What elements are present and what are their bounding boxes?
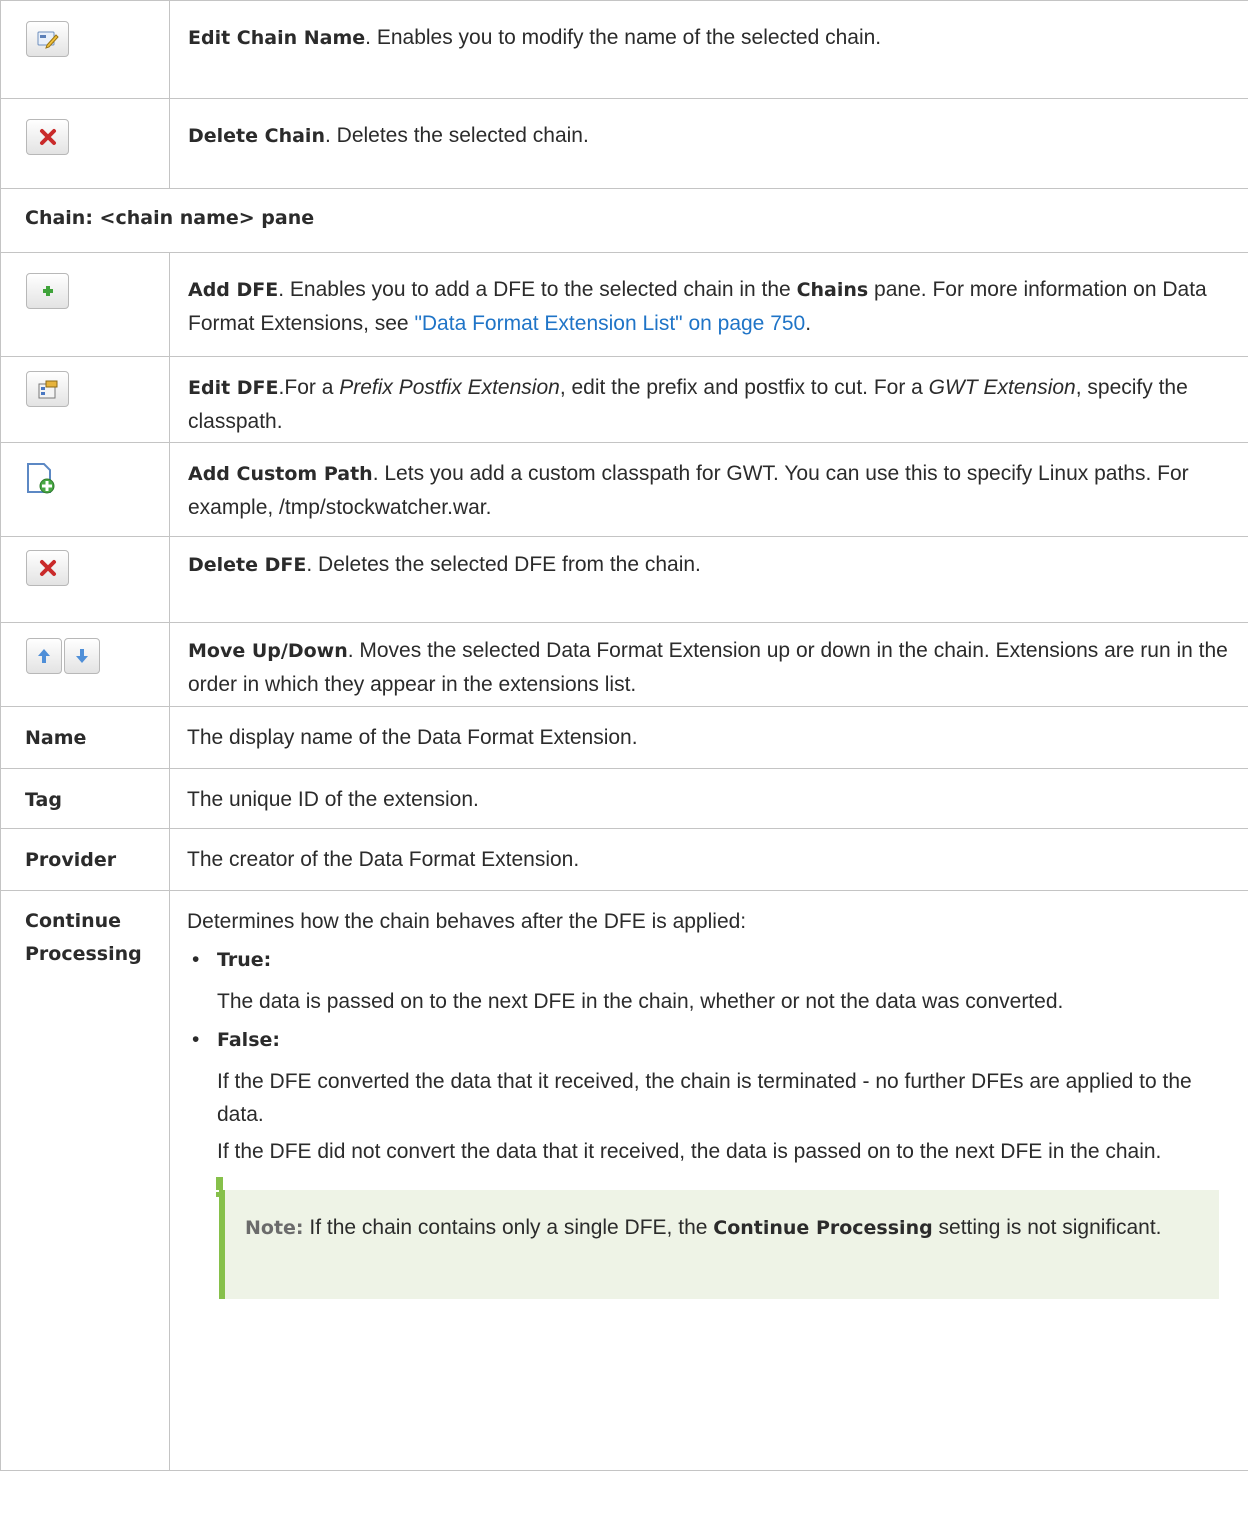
move-up-down-title: Move Up/Down — [188, 640, 348, 662]
field-label-cell: Provider — [0, 828, 170, 891]
properties-icon — [38, 380, 57, 399]
description-cell: Add DFE. Enables you to add a DFE to the… — [169, 252, 1248, 357]
gwt-extension-term: GWT Extension — [928, 376, 1076, 399]
row-tag: Tag The unique ID of the extension. — [0, 768, 1248, 829]
provider-label: Provider — [25, 849, 117, 871]
field-description-cell: The creator of the Data Format Extension… — [169, 828, 1248, 891]
move-down-button[interactable] — [64, 638, 100, 674]
continue-intro: Determines how the chain behaves after t… — [187, 910, 747, 933]
delete-icon — [39, 560, 56, 576]
delete-chain-button[interactable] — [26, 119, 69, 155]
edit-chain-name-text: . Enables you to modify the name of the … — [365, 26, 882, 49]
delete-dfe-button[interactable] — [26, 550, 69, 586]
delete-dfe-text: . Deletes the selected DFE from the chai… — [306, 553, 701, 576]
add-path-icon — [27, 463, 55, 494]
note-box: Note: If the chain contains only a singl… — [216, 1177, 1219, 1299]
note-text-1: If the chain contains only a single DFE,… — [303, 1216, 714, 1239]
add-dfe-title: Add DFE — [188, 279, 279, 301]
delete-chain-text: . Deletes the selected chain. — [324, 124, 589, 147]
description-cell: Edit Chain Name. Enables you to modify t… — [169, 0, 1248, 99]
section-cell: Chain: <chain name> pane — [0, 188, 1248, 253]
row-continue-processing: Continue Processing Determines how the c… — [0, 890, 1248, 1471]
delete-chain-title: Delete Chain — [188, 125, 325, 147]
edit-dfe-text-1: .For a — [278, 376, 340, 399]
section-title: Chain: <chain name> pane — [25, 207, 315, 229]
add-custom-path-title: Add Custom Path — [188, 463, 373, 485]
section-row: Chain: <chain name> pane — [0, 188, 1248, 253]
row-edit-chain-name: Edit Chain Name. Enables you to modify t… — [0, 0, 1248, 99]
row-move-up-down: Move Up/Down. Moves the selected Data Fo… — [0, 622, 1248, 707]
row-add-custom-path: Add Custom Path. Lets you add a custom c… — [0, 442, 1248, 537]
false-description-1: If the DFE converted the data that it re… — [217, 1070, 1192, 1126]
true-description: The data is passed on to the next DFE in… — [217, 990, 1064, 1013]
exclamation-icon — [216, 1177, 223, 1197]
add-dfe-text-3: . — [805, 312, 812, 335]
row-edit-dfe: Edit DFE.For a Prefix Postfix Extension,… — [0, 356, 1248, 443]
arrow-down-icon — [76, 649, 88, 663]
provider-description: The creator of the Data Format Extension… — [187, 848, 580, 871]
false-description-2: If the DFE did not convert the data that… — [217, 1140, 1162, 1163]
add-custom-path-button[interactable] — [26, 462, 56, 496]
icon-cell — [0, 536, 170, 623]
icon-cell — [0, 252, 170, 357]
continue-label-line-1: Continue — [25, 910, 122, 932]
icon-cell — [0, 0, 170, 99]
description-cell: Delete Chain. Deletes the selected chain… — [169, 98, 1248, 189]
tag-description: The unique ID of the extension. — [187, 788, 479, 811]
add-icon — [42, 286, 53, 296]
row-delete-chain: Delete Chain. Deletes the selected chain… — [0, 98, 1248, 189]
arrow-up-icon — [38, 649, 50, 663]
name-description: The display name of the Data Format Exte… — [187, 726, 638, 749]
field-label-cell: Name — [0, 706, 170, 769]
row-name: Name The display name of the Data Format… — [0, 706, 1248, 769]
bullet-false: False: — [187, 1023, 1230, 1057]
edit-icon — [37, 31, 59, 49]
false-label: False: — [217, 1029, 280, 1051]
chains-pane-label: Chains — [796, 279, 869, 301]
description-cell: Delete DFE. Deletes the selected DFE fro… — [169, 536, 1248, 623]
row-add-dfe: Add DFE. Enables you to add a DFE to the… — [0, 252, 1248, 357]
edit-dfe-text-2: , edit the prefix and postfix to cut. Fo… — [559, 376, 929, 399]
field-description-cell: Determines how the chain behaves after t… — [169, 890, 1248, 1471]
field-description-cell: The display name of the Data Format Exte… — [169, 706, 1248, 769]
reference-table: Edit Chain Name. Enables you to modify t… — [0, 0, 1248, 1471]
field-description-cell: The unique ID of the extension. — [169, 768, 1248, 829]
prefix-postfix-term: Prefix Postfix Extension — [339, 376, 560, 399]
edit-chain-name-button[interactable] — [26, 21, 69, 57]
description-cell: Add Custom Path. Lets you add a custom c… — [169, 442, 1248, 537]
edit-chain-name-title: Edit Chain Name — [188, 27, 366, 49]
tag-label: Tag — [25, 789, 62, 811]
delete-dfe-title: Delete DFE — [188, 554, 307, 576]
icon-cell — [0, 622, 170, 707]
bullet-true: True: — [187, 943, 1230, 977]
edit-dfe-title: Edit DFE — [188, 377, 279, 399]
icon-cell — [0, 442, 170, 537]
description-cell: Move Up/Down. Moves the selected Data Fo… — [169, 622, 1248, 707]
note-bold-term: Continue Processing — [713, 1217, 933, 1239]
note-label: Note: — [245, 1217, 304, 1239]
field-label-cell: Continue Processing — [0, 890, 170, 1471]
icon-cell — [0, 98, 170, 189]
continue-label-line-2: Processing — [25, 943, 142, 965]
add-dfe-button[interactable] — [26, 273, 69, 309]
row-delete-dfe: Delete DFE. Deletes the selected DFE fro… — [0, 536, 1248, 623]
row-provider: Provider The creator of the Data Format … — [0, 828, 1248, 891]
edit-dfe-button[interactable] — [26, 371, 69, 407]
name-label: Name — [25, 727, 87, 749]
add-dfe-text-1: . Enables you to add a DFE to the select… — [278, 278, 797, 301]
true-label: True: — [217, 949, 272, 971]
icon-cell — [0, 356, 170, 443]
delete-icon — [39, 129, 56, 145]
dfe-list-link[interactable]: "Data Format Extension List" on page 750 — [414, 312, 805, 335]
move-up-button[interactable] — [26, 638, 62, 674]
field-label-cell: Tag — [0, 768, 170, 829]
description-cell: Edit DFE.For a Prefix Postfix Extension,… — [169, 356, 1248, 443]
note-text-2: setting is not significant. — [932, 1216, 1162, 1239]
